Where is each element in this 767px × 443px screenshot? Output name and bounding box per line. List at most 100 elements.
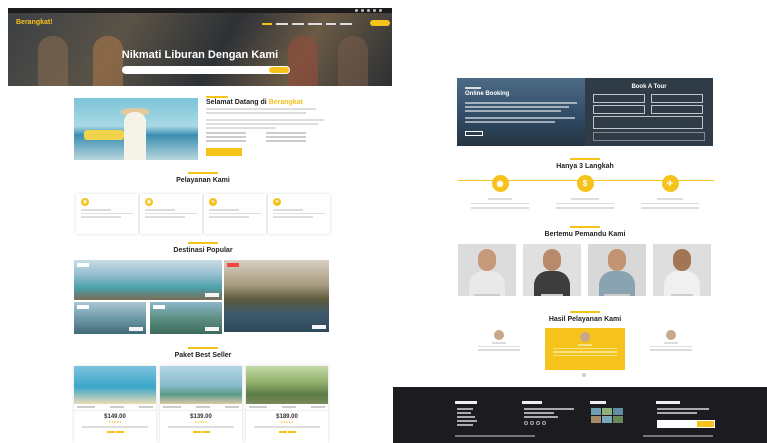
destination-discount-badge (77, 263, 89, 267)
package-image (74, 366, 156, 404)
rating-stars: ★★★★★ (108, 420, 122, 424)
service-title-line (81, 209, 111, 211)
book-now-button[interactable] (593, 132, 705, 141)
date-field[interactable] (593, 105, 645, 122)
destination-card[interactable] (224, 260, 329, 332)
service-card[interactable]: ● (204, 194, 266, 234)
service-card[interactable]: ✷ (268, 194, 330, 234)
nav-item[interactable] (326, 23, 336, 25)
steps-title: Hanya 3 Langkah (556, 163, 614, 170)
service-card[interactable]: ◉ (76, 194, 138, 234)
gallery-thumb[interactable] (591, 416, 601, 423)
service-title-line (209, 209, 239, 211)
text-line (657, 408, 709, 410)
guide-card[interactable] (523, 244, 581, 296)
request-field[interactable] (593, 116, 703, 135)
footer-link[interactable] (457, 408, 473, 410)
search-bar (122, 66, 290, 74)
youtube-icon[interactable] (379, 9, 382, 12)
text-line (556, 202, 614, 204)
register-button[interactable] (370, 20, 390, 26)
testimonial-card-active[interactable] (545, 328, 625, 370)
destination-select[interactable] (651, 105, 703, 122)
booking-heading: Online Booking (465, 91, 510, 97)
guide-card[interactable] (458, 244, 516, 296)
package-actions (246, 430, 328, 433)
read-more-button[interactable] (278, 430, 287, 433)
destination-card[interactable] (74, 302, 146, 334)
footer-bottom-links[interactable] (643, 435, 713, 437)
step-label-line (657, 198, 683, 200)
destination-card[interactable] (74, 260, 222, 300)
read-more-button[interactable] (465, 131, 483, 136)
package-card[interactable]: $189.00 ★★★★★ (246, 366, 328, 443)
nav-item[interactable] (292, 23, 304, 25)
linkedin-icon[interactable] (367, 9, 370, 12)
name-field[interactable] (593, 94, 645, 111)
guide-name (523, 293, 581, 297)
text-line (478, 349, 520, 351)
guide-name (458, 293, 516, 297)
instagram-icon[interactable] (373, 9, 376, 12)
guides-title: Bertemu Pemandu Kami (544, 231, 626, 238)
services-title: Pelayanan Kami (176, 177, 230, 184)
text-line (254, 426, 320, 428)
read-more-button[interactable] (192, 430, 201, 433)
text-line (471, 207, 529, 209)
user-icon: ● (209, 198, 217, 206)
gallery-thumb[interactable] (613, 416, 623, 423)
package-actions (74, 430, 156, 433)
carousel-dot[interactable] (582, 373, 586, 377)
text-line (273, 216, 313, 218)
guide-card[interactable] (653, 244, 711, 296)
dollar-icon: $ (576, 175, 594, 192)
twitter-icon[interactable] (355, 9, 358, 12)
nav-item[interactable] (308, 23, 322, 25)
subscribe-button[interactable] (697, 421, 714, 427)
book-now-button[interactable] (115, 430, 124, 433)
footer-link[interactable] (457, 424, 473, 426)
rating-stars: ★★★★★ (194, 420, 208, 424)
twitter-icon[interactable] (524, 421, 528, 425)
read-more-button[interactable] (106, 430, 115, 433)
footer-heading-newsletter (656, 401, 680, 404)
footer-link[interactable] (457, 420, 477, 422)
gallery-thumb[interactable] (613, 408, 623, 415)
testimonial-card[interactable] (642, 326, 700, 372)
gallery-thumb[interactable] (602, 408, 612, 415)
contact-address (524, 408, 574, 410)
welcome-eyebrow (206, 96, 228, 98)
email-field[interactable] (651, 94, 703, 111)
nav-item[interactable] (276, 23, 288, 25)
facebook-icon[interactable] (361, 9, 364, 12)
package-card[interactable]: $139.00 ★★★★★ (160, 366, 242, 443)
book-now-button[interactable] (201, 430, 210, 433)
service-card[interactable]: ▣ (140, 194, 202, 234)
guides-eyebrow (570, 226, 600, 228)
youtube-icon[interactable] (536, 421, 540, 425)
destination-discount-badge (77, 305, 89, 309)
linkedin-icon[interactable] (542, 421, 546, 425)
facebook-icon[interactable] (530, 421, 534, 425)
package-card[interactable]: $149.00 ★★★★★ (74, 366, 156, 443)
step-item: $ (542, 175, 628, 209)
testimonial-card[interactable] (470, 326, 528, 372)
search-input[interactable] (128, 67, 258, 73)
destination-card[interactable] (150, 302, 222, 334)
hero-title: Nikmati Liburan Dengan Kami (121, 49, 279, 61)
gallery-thumb[interactable] (591, 408, 601, 415)
search-button[interactable] (269, 67, 289, 73)
brand-logo[interactable]: Berangkat! (16, 19, 53, 26)
text-line (465, 121, 555, 123)
text-line (465, 102, 577, 104)
footer-link[interactable] (457, 416, 475, 418)
nav-item-home[interactable] (262, 23, 272, 25)
nav-item[interactable] (340, 23, 352, 25)
guide-card[interactable] (588, 244, 646, 296)
book-now-button[interactable] (287, 430, 296, 433)
gallery-thumb[interactable] (602, 416, 612, 423)
footer-link[interactable] (457, 412, 471, 414)
read-more-button[interactable] (206, 148, 242, 156)
testimonial-name-line (492, 342, 506, 344)
destination-label (129, 327, 143, 331)
